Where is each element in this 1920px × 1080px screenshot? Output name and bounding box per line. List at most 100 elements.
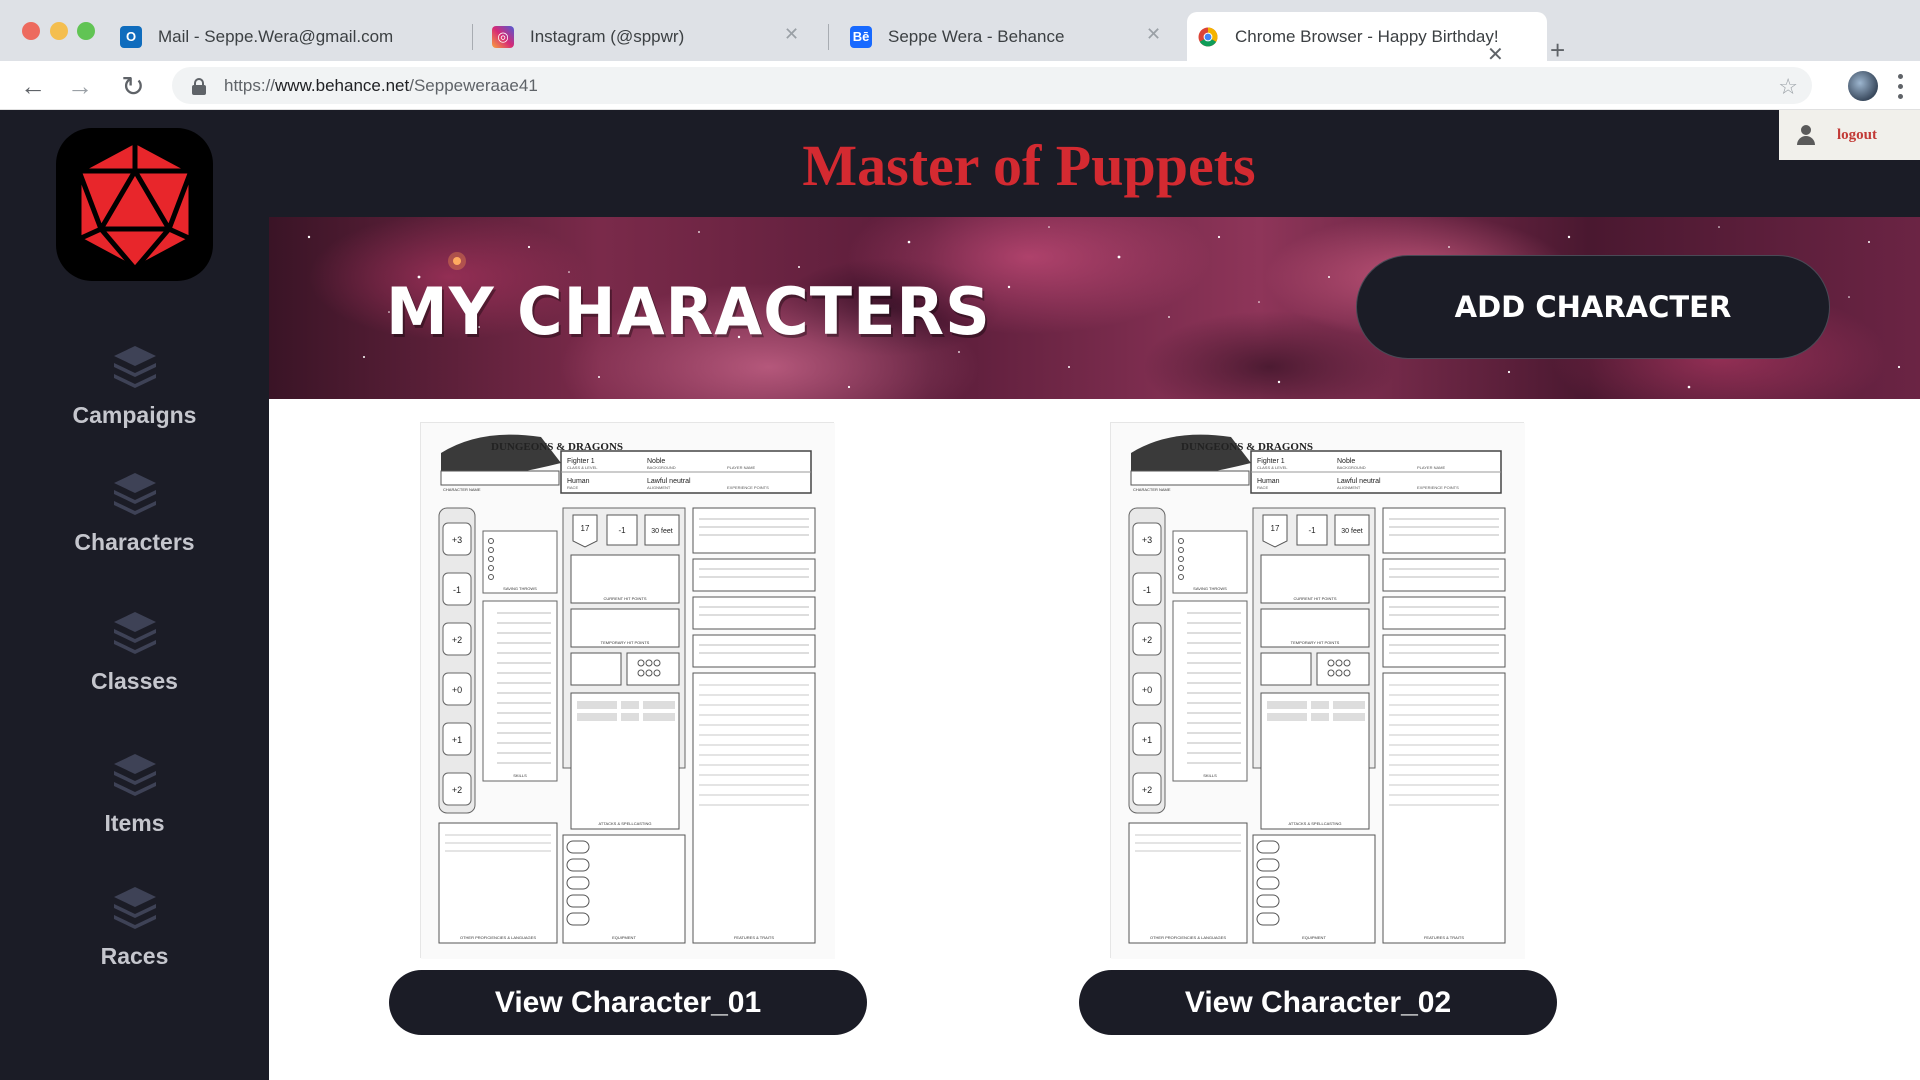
ability-modifier: +2 [452,785,462,795]
ability-modifier: +1 [1142,735,1152,745]
sheet-label: CHARACTER NAME [443,487,481,492]
sheet-label: FEATURES & TRAITS [734,935,774,940]
character-sheet-image: DUNGEONS & DRAGONS CHARACTER NAME Fighte… [421,423,835,959]
layers-icon [113,346,156,388]
d20-logo-icon[interactable] [56,128,213,281]
sidebar-item-label: Classes [91,668,178,694]
sheet-background: Noble [1337,458,1355,465]
sheet-label: CLASS & LEVEL [567,465,598,470]
initiative-value: -1 [1308,526,1316,535]
ability-modifier: +2 [1142,785,1152,795]
sheet-label: EXPERIENCE POINTS [727,485,769,490]
close-icon[interactable]: ✕ [1146,24,1161,45]
sheet-label: CHARACTER NAME [1133,487,1171,492]
sheet-alignment: Lawful neutral [1337,478,1381,485]
instagram-icon: ◎ [492,25,514,48]
sheet-label: OTHER PROFICIENCIES & LANGUAGES [1150,935,1226,940]
chrome-icon [1197,26,1219,48]
tab-separator [472,24,473,50]
sheet-label: ALIGNMENT [647,485,671,490]
sidebar-item-campaigns[interactable]: Campaigns [0,342,269,429]
sheet-label: ALIGNMENT [1337,485,1361,490]
sheet-label: SKILLS [513,773,527,778]
ability-modifier: +3 [1142,535,1152,545]
browser-toolbar: ← → ↻ https://www.behance.net/Seppeweraa… [0,61,1920,110]
sidebar: Campaigns Characters Classes Items Races [0,110,269,1080]
sheet-label: RACE [567,485,578,490]
character-sheet-image: DUNGEONS & DRAGONS CHARACTER NAME Fighte… [1111,423,1525,959]
sheet-alignment: Lawful neutral [647,478,691,485]
logout-button[interactable]: logout [1779,110,1920,160]
sidebar-item-characters[interactable]: Characters [0,469,269,556]
sheet-label: SAVING THROWS [1193,586,1227,591]
sidebar-item-items[interactable]: Items [0,750,269,837]
initiative-value: -1 [618,526,626,535]
sidebar-item-label: Races [100,943,169,969]
nebula-banner: MY CHARACTERS ADD CHARACTER [269,217,1920,399]
layers-icon [113,473,156,515]
lock-icon [192,77,206,95]
address-bar[interactable]: https://www.behance.net/Seppeweraae41 ☆ [172,67,1812,104]
ability-modifier: -1 [1143,585,1151,595]
reload-icon[interactable]: ↻ [118,71,148,102]
section-title: MY CHARACTERS [386,273,991,350]
sidebar-item-classes[interactable]: Classes [0,608,269,695]
speed-value: 30 feet [1341,528,1362,535]
character-sheet-thumbnail[interactable]: DUNGEONS & DRAGONS CHARACTER NAME Fighte… [420,422,835,959]
sheet-label: TEMPORARY HIT POINTS [1291,640,1340,645]
menu-kebab-icon[interactable] [1896,71,1904,101]
view-character-02-button[interactable]: View Character_02 [1079,970,1557,1035]
sheet-label: EQUIPMENT [612,935,636,940]
armor-class-value: 17 [1271,524,1280,533]
sheet-background: Noble [647,458,665,465]
close-icon[interactable]: ✕ [784,24,799,45]
window-close-button[interactable] [22,22,40,40]
ability-modifier: +0 [452,685,462,695]
new-tab-button[interactable]: + [1550,37,1565,63]
forward-arrow-icon[interactable]: → [65,71,95,101]
sheet-label: BACKGROUND [647,465,676,470]
user-icon [1797,125,1815,145]
armor-class-value: 17 [581,524,590,533]
back-arrow-icon[interactable]: ← [18,71,48,101]
behance-icon: Bē [850,25,872,48]
character-sheet-thumbnail[interactable]: DUNGEONS & DRAGONS CHARACTER NAME Fighte… [1110,422,1525,959]
character-grid: DUNGEONS & DRAGONS CHARACTER NAME Fighte… [269,399,1920,1080]
add-character-button[interactable]: ADD CHARACTER [1356,255,1830,359]
profile-avatar[interactable] [1848,71,1878,101]
speed-value: 30 feet [651,528,672,535]
sheet-class-level: Fighter 1 [1257,458,1285,465]
sheet-race: Human [1257,478,1280,485]
app-root: Campaigns Characters Classes Items Races… [0,110,1920,1080]
sheet-race: Human [567,478,590,485]
sheet-label: PLAYER NAME [727,465,755,470]
tab-title: Chrome Browser - Happy Birthday! [1235,26,1499,46]
sheet-class-level: Fighter 1 [567,458,595,465]
sheet-label: CLASS & LEVEL [1257,465,1288,470]
sidebar-item-races[interactable]: Races [0,883,269,970]
sidebar-item-label: Campaigns [72,402,197,428]
sheet-label: RACE [1257,485,1268,490]
tab-title: Seppe Wera - Behance [888,26,1065,46]
view-character-01-button[interactable]: View Character_01 [389,970,867,1035]
sidebar-item-label: Characters [74,529,195,555]
url-text[interactable]: https://www.behance.net/Seppeweraae41 [224,76,538,96]
tab-title: Instagram (@sppwr) [530,26,685,46]
ability-modifier: +2 [1142,635,1152,645]
sheet-label: EXPERIENCE POINTS [1417,485,1459,490]
logout-label: logout [1837,126,1878,143]
window-minimize-button[interactable] [50,22,68,40]
tab-behance[interactable]: Bē Seppe Wera - Behance ✕ [850,12,1170,61]
sheet-label: CURRENT HIT POINTS [604,596,647,601]
tab-mail[interactable]: O Mail - Seppe.Wera@gmail.com [120,12,470,61]
window-zoom-button[interactable] [77,22,95,40]
tab-instagram[interactable]: ◎ Instagram (@sppwr) ✕ [492,12,812,61]
tab-chrome-active[interactable]: Chrome Browser - Happy Birthday! ✕ [1187,12,1547,66]
outlook-icon: O [120,25,142,48]
sheet-label: FEATURES & TRAITS [1424,935,1464,940]
sheet-label: ATTACKS & SPELLCASTING [1289,821,1342,826]
sheet-label: PLAYER NAME [1417,465,1445,470]
bookmark-star-icon[interactable]: ☆ [1778,74,1798,100]
tab-title: Mail - Seppe.Wera@gmail.com [158,26,394,46]
ability-modifier: +1 [452,735,462,745]
